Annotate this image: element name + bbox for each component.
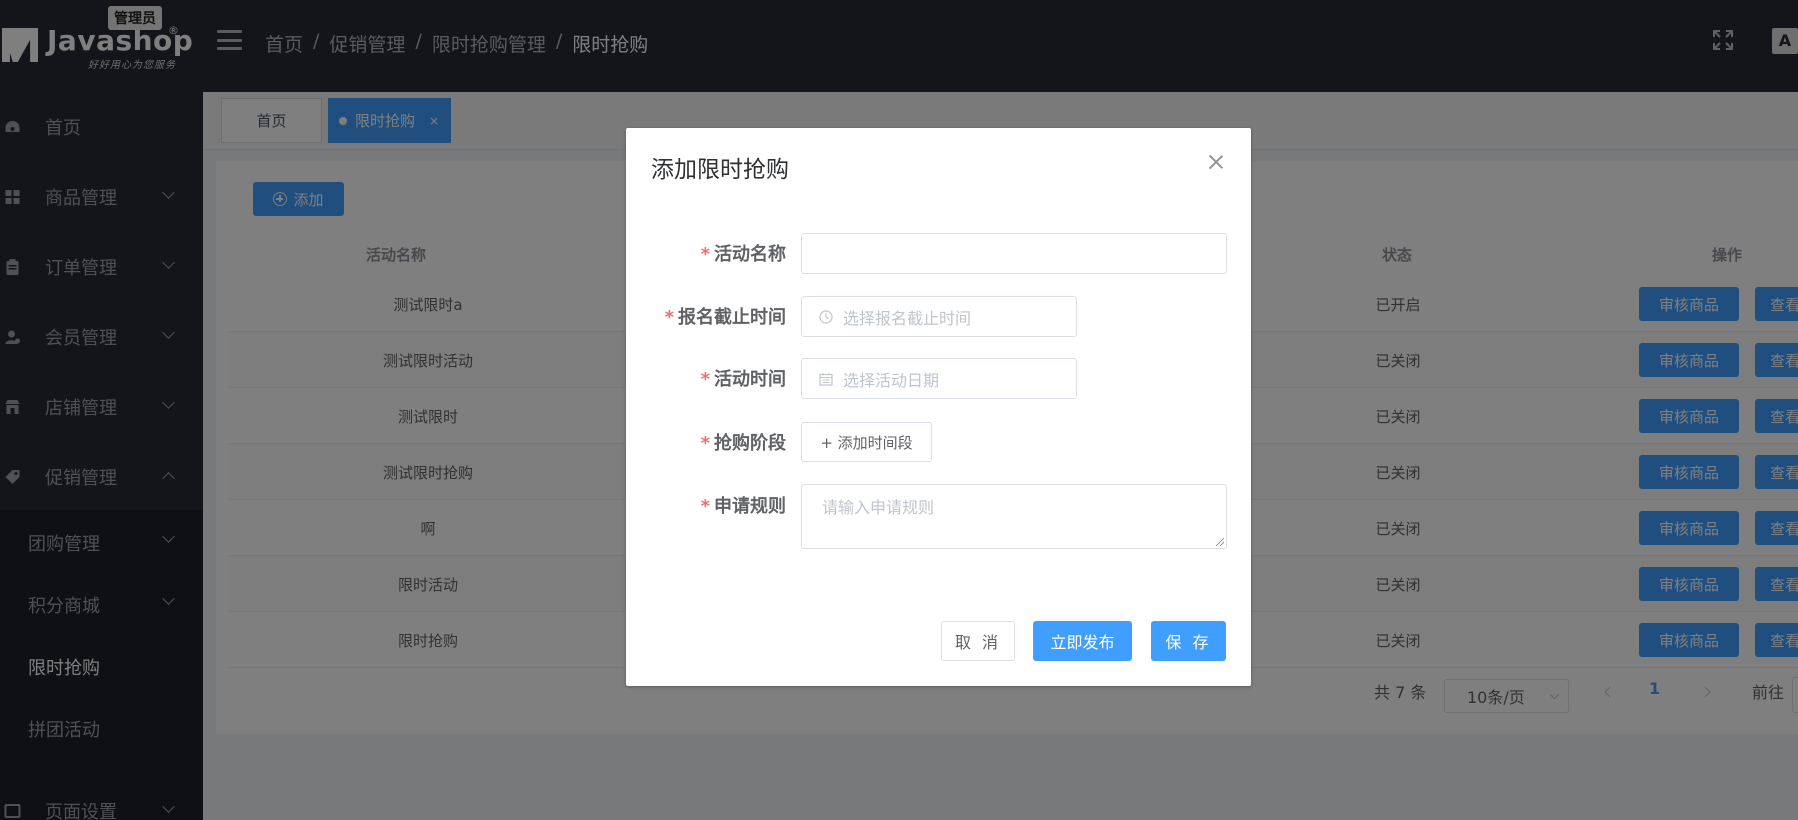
rules-textarea[interactable]: 请输入申请规则: [801, 484, 1227, 549]
deadline-label: * 报名截止时间: [664, 307, 786, 328]
clock-icon: [819, 309, 833, 324]
add-flash-sale-dialog: 添加限时抢购 * 活动名称 * 报名截止时间 选择报名截止时间 * 活动时间 选择活动…: [626, 128, 1251, 686]
deadline-picker[interactable]: 选择报名截止时间: [801, 296, 1077, 337]
stage-label: * 抢购阶段: [700, 433, 786, 454]
date-label: * 活动时间: [700, 369, 786, 390]
rules-placeholder: 请输入申请规则: [822, 498, 935, 517]
rules-label: * 申请规则: [700, 496, 786, 517]
name-label: * 活动名称: [700, 244, 786, 265]
cancel-button[interactable]: 取 消: [941, 621, 1015, 661]
activity-name-input[interactable]: [801, 233, 1227, 274]
resize-handle-icon[interactable]: [1216, 538, 1224, 546]
activity-date-picker[interactable]: 选择活动日期: [801, 358, 1077, 399]
close-icon[interactable]: [1208, 154, 1224, 170]
calendar-icon: [819, 372, 833, 386]
deadline-placeholder: 选择报名截止时间: [843, 308, 972, 328]
date-placeholder: 选择活动日期: [843, 370, 940, 390]
dialog-title: 添加限时抢购: [651, 157, 789, 183]
save-button[interactable]: 保 存: [1151, 621, 1226, 661]
add-time-slot-button[interactable]: + 添加时间段: [801, 422, 932, 462]
publish-now-button[interactable]: 立即发布: [1033, 621, 1132, 661]
